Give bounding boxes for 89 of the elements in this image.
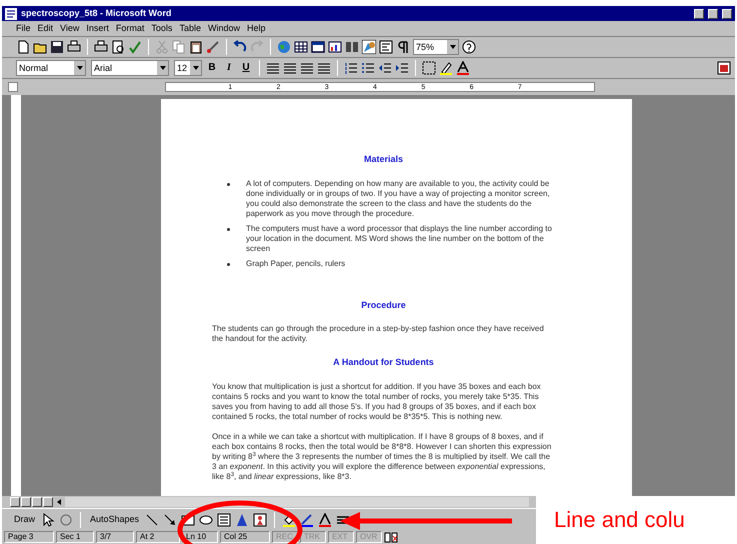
save-icon[interactable] xyxy=(50,40,64,54)
menu-item[interactable]: Table xyxy=(179,22,201,36)
section-heading: Procedure xyxy=(360,298,407,312)
line-color-icon[interactable] xyxy=(300,512,314,526)
status-field: At 2 xyxy=(136,531,180,543)
menu-item[interactable]: File xyxy=(16,22,31,36)
menu-item[interactable]: Edit xyxy=(38,22,54,36)
dropdown-arrow-icon[interactable] xyxy=(192,64,200,72)
brush-icon[interactable] xyxy=(206,40,220,54)
status-field: Col 25 xyxy=(220,531,270,543)
paragraph: You know that multiplication is just a shortcut for addition. If you have 35 boxes and each box contains 5 rocks and you want to know the total number of rocks, you merely take 5*35. This saves you from having to add all those 5's. If you had 8 groups of 35 boxes, and if each box contained 5 rocks, the total number of rocks would be 8*35*5. This is nothing new. xyxy=(212,382,542,422)
border-icon[interactable] xyxy=(422,61,436,75)
preview-icon[interactable] xyxy=(111,40,125,54)
menu-item[interactable]: Format xyxy=(116,22,144,36)
undo-icon[interactable] xyxy=(233,40,247,54)
align-right-icon[interactable] xyxy=(300,61,314,75)
section-heading: A Handout for Students xyxy=(332,356,435,369)
autoshapes-menu-button[interactable]: AutoShapes xyxy=(88,512,142,526)
menu-item[interactable]: Tools xyxy=(151,22,172,36)
web-view-button[interactable] xyxy=(21,497,31,507)
menu-item[interactable]: Insert xyxy=(86,22,109,36)
bulleted-list-icon[interactable] xyxy=(361,61,375,75)
oval-icon[interactable] xyxy=(199,512,214,526)
dropdown-arrow-icon[interactable] xyxy=(158,64,166,72)
close-document-icon[interactable] xyxy=(717,61,731,75)
bold-button[interactable]: B xyxy=(205,61,219,75)
printer-icon[interactable] xyxy=(94,40,108,54)
italic-button[interactable]: I xyxy=(222,61,236,75)
line-icon[interactable] xyxy=(145,512,160,526)
clip-art-icon[interactable] xyxy=(253,512,268,526)
paragraph: The students can go through the procedure in a step-by-step fashion once they have received the handout for the activity. xyxy=(212,324,545,344)
wordart-icon[interactable] xyxy=(235,512,250,526)
close-button[interactable] xyxy=(722,8,732,18)
pilcrow-icon[interactable] xyxy=(396,40,410,54)
minimize-button[interactable] xyxy=(694,8,704,18)
zoom-dropdown[interactable]: 75% xyxy=(413,39,459,55)
dropdown-arrow-icon[interactable] xyxy=(76,64,84,72)
menu-item[interactable]: View xyxy=(60,22,80,36)
pointer-icon[interactable] xyxy=(41,512,56,526)
style-dropdown[interactable]: Normal xyxy=(16,60,86,76)
increase-indent-icon[interactable] xyxy=(395,61,409,75)
font-dropdown[interactable]: Arial xyxy=(91,60,169,76)
restore-button[interactable] xyxy=(708,8,718,18)
print-view-button[interactable] xyxy=(32,497,42,507)
font-size-dropdown[interactable]: 12 xyxy=(174,60,202,76)
arrow-icon[interactable] xyxy=(163,512,178,526)
numbered-list-icon[interactable] xyxy=(344,61,358,75)
justify-icon[interactable] xyxy=(317,61,331,75)
text-box-icon[interactable] xyxy=(217,512,232,526)
bullet-icon xyxy=(227,182,230,186)
menu-item[interactable]: Help xyxy=(246,22,266,36)
section-heading: Materials xyxy=(362,153,404,166)
tab-selector-button[interactable] xyxy=(8,82,18,92)
word-document-icon[interactable] xyxy=(4,6,18,20)
outline-view-button[interactable] xyxy=(43,497,53,507)
window-title: spectroscopy_5t8 - Microsoft Word xyxy=(21,6,172,20)
bullet-text: The computers must have a word processor that displays the line number according to your location in the document. MS Word shows the line number on the bottom of the screen xyxy=(245,224,553,254)
font-color-icon[interactable] xyxy=(456,61,470,75)
decrease-indent-icon[interactable] xyxy=(378,61,392,75)
table-icon[interactable] xyxy=(294,40,308,54)
highlighter-icon[interactable] xyxy=(439,61,453,75)
bullet-icon xyxy=(227,262,230,266)
chart-icon[interactable] xyxy=(328,40,342,54)
status-field: Ln 10 xyxy=(182,531,218,543)
drawing-icon[interactable] xyxy=(362,40,376,54)
status-field: 3/7 xyxy=(96,531,134,543)
annotation-text: Line and colu xyxy=(554,509,685,531)
center-icon[interactable] xyxy=(283,61,297,75)
clipboard-icon[interactable] xyxy=(189,40,203,54)
status-field: Sec 1 xyxy=(56,531,94,543)
bullet-text: A lot of computers. Depending on how many are available to you, the activity could be done individually or in groups of two. If you have a way of projecting a monitor screen, you could also demonstrate the screen to the class and have the students do the paperwork as you move through the procedure. xyxy=(245,178,551,218)
font-color-icon[interactable] xyxy=(318,512,332,526)
paragraph: Once in a while we can take a shortcut with multiplication. If I have 8 groups of 8 boxes, and if each box contains 8 rocks, then the total would be 8*8*8. However I can shorten this expression by writing 8$^{3}$ where the 3 represents the number of times the 8 is multiplied by itself. We call the 3 an exponent. In this activity you will explore the difference between exponential expressions, like 8$^{3}$, and linear expressions, like 8*3. xyxy=(212,432,552,482)
book-icon[interactable] xyxy=(384,530,398,544)
normal-view-button[interactable] xyxy=(10,497,20,507)
window-icon[interactable] xyxy=(311,40,325,54)
status-field: Page 3 xyxy=(4,531,54,543)
underline-button[interactable]: U xyxy=(239,61,253,75)
draw-menu-button[interactable]: Draw xyxy=(12,512,38,526)
bullet-icon xyxy=(227,228,230,230)
printer-icon[interactable] xyxy=(67,40,81,54)
help-icon[interactable] xyxy=(462,40,476,54)
align-left-icon[interactable] xyxy=(266,61,280,75)
horizontal-scrollbar[interactable] xyxy=(65,497,529,507)
dropdown-arrow-icon[interactable] xyxy=(448,43,456,51)
bullet-text: Graph Paper, pencils, rulers xyxy=(245,258,346,268)
new-document-icon[interactable] xyxy=(16,40,30,54)
columns-icon[interactable] xyxy=(345,40,359,54)
menu-item[interactable]: Window xyxy=(208,22,240,36)
